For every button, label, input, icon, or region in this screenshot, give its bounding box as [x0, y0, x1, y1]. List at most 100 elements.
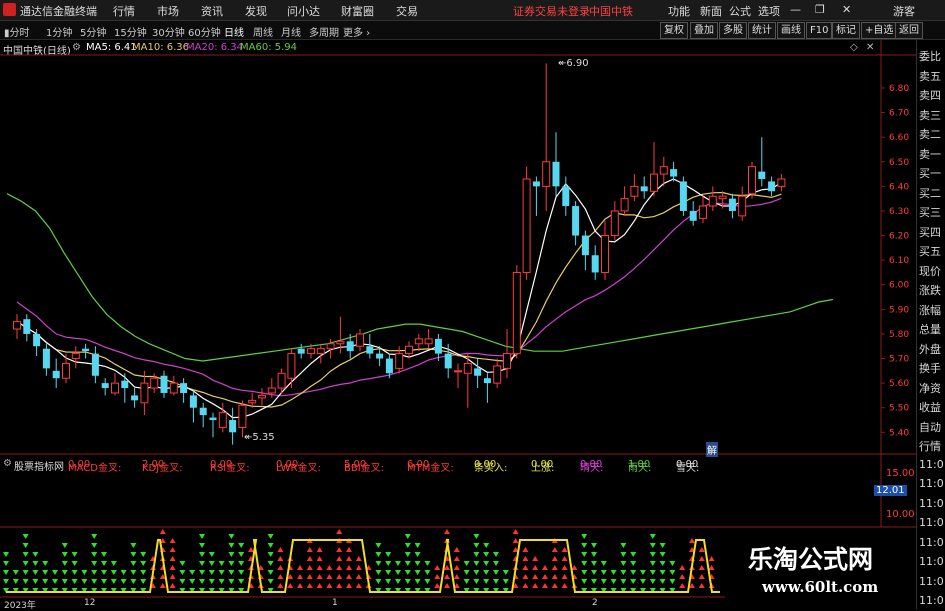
- candle-body: [474, 368, 482, 376]
- buy-arrow-icon: [267, 552, 274, 557]
- buy-arrow-icon: [130, 561, 137, 566]
- quote-panel-item[interactable]: 11:0: [919, 594, 944, 607]
- quote-panel-item[interactable]: 换手: [919, 360, 941, 376]
- sell-arrow-icon: [444, 574, 450, 579]
- unlock-marker[interactable]: 解: [706, 442, 718, 457]
- sell-arrow-icon: [512, 529, 519, 534]
- quote-panel-item[interactable]: 卖五: [919, 68, 941, 84]
- quote-panel-item[interactable]: 买三: [919, 204, 941, 220]
- buy-arrow-icon: [473, 543, 480, 548]
- buy-arrow-icon: [228, 534, 235, 539]
- date-axis: 2023年 12 1 2: [0, 598, 720, 611]
- buy-arrow-icon: [600, 579, 607, 584]
- buy-arrow-icon: [493, 579, 499, 584]
- sell-arrow-icon: [434, 565, 441, 570]
- candle-body: [111, 382, 119, 394]
- sell-arrow-icon: [708, 556, 715, 561]
- candle-body: [199, 407, 207, 416]
- sell-arrow-icon: [306, 574, 313, 579]
- buy-arrow-icon: [189, 579, 196, 584]
- buy-arrow-icon: [493, 561, 499, 566]
- quote-panel-item[interactable]: 11:0: [919, 477, 944, 490]
- quote-panel-item[interactable]: 卖一: [919, 146, 941, 162]
- buy-arrow-icon: [32, 579, 39, 584]
- candle-body: [209, 417, 217, 421]
- quote-panel-item[interactable]: 买二: [919, 185, 941, 201]
- buy-arrow-icon: [591, 570, 597, 575]
- candle-body: [708, 195, 717, 207]
- candle-body: [512, 271, 521, 355]
- quote-panel-item[interactable]: 买四: [919, 224, 941, 240]
- quote-panel-item[interactable]: 11:0: [919, 458, 944, 471]
- buy-arrow-icon: [22, 570, 29, 575]
- candle-body: [610, 210, 619, 237]
- quote-panel-item[interactable]: 总量: [919, 321, 941, 337]
- candle-body: [297, 348, 305, 354]
- sell-arrow-icon: [326, 574, 333, 579]
- quote-panel-item[interactable]: 卖三: [919, 107, 941, 123]
- date-month-1: 1: [332, 598, 338, 608]
- candle-body: [71, 353, 80, 360]
- buy-arrow-icon: [91, 579, 98, 584]
- buy-arrow-icon: [12, 579, 19, 584]
- price-axis-label: 6.10: [889, 256, 909, 266]
- watermark-title: 乐淘公式网: [748, 545, 874, 574]
- buy-arrow-icon: [91, 570, 98, 575]
- sell-arrow-icon: [679, 565, 686, 570]
- quote-panel-item[interactable]: 11:0: [919, 497, 944, 510]
- quote-panel-item[interactable]: 收益: [919, 399, 941, 415]
- quote-panel-item[interactable]: 买一: [919, 165, 941, 181]
- buy-arrow-icon: [238, 570, 245, 575]
- candle-body: [180, 383, 188, 393]
- buy-arrow-icon: [238, 552, 245, 557]
- buy-arrow-icon: [463, 570, 470, 575]
- buy-arrow-icon: [669, 579, 676, 584]
- candle-body: [82, 348, 90, 352]
- quote-panel-item[interactable]: 卖二: [919, 126, 941, 142]
- quote-panel-item[interactable]: 委比: [919, 48, 941, 64]
- buy-arrow-icon: [385, 570, 392, 575]
- buy-arrow-icon: [375, 552, 382, 557]
- candle-body: [689, 210, 697, 221]
- quote-panel-item[interactable]: 净资: [919, 380, 941, 396]
- buy-arrow-icon: [591, 579, 597, 584]
- quote-panel-item[interactable]: 行情: [919, 438, 941, 454]
- candle-body: [131, 395, 139, 401]
- buy-arrow-icon: [502, 570, 509, 575]
- high-price-label: ↞6.90: [558, 58, 589, 69]
- indicator-settings-icon[interactable]: ⚙: [3, 458, 12, 469]
- buy-arrow-icon: [385, 579, 392, 584]
- candle-body: [395, 353, 404, 369]
- buy-arrow-icon: [42, 579, 49, 584]
- candle-body: [591, 255, 599, 273]
- price-axis-label: 5.90: [889, 305, 909, 315]
- sell-arrow-icon: [561, 574, 568, 579]
- quote-panel-item[interactable]: 11:0: [919, 516, 944, 529]
- quote-panel-item[interactable]: 11:0: [919, 555, 944, 568]
- buy-arrow-icon: [483, 570, 490, 575]
- buy-arrow-icon: [71, 552, 78, 557]
- quote-panel-item[interactable]: 外盘: [919, 341, 941, 357]
- buy-arrow-icon: [375, 543, 382, 548]
- sell-arrow-icon: [444, 583, 450, 588]
- buy-arrow-icon: [42, 561, 49, 566]
- quote-panel-item[interactable]: 现价: [919, 263, 941, 279]
- candle-body: [748, 166, 756, 195]
- buy-arrow-icon: [3, 552, 9, 557]
- candle-body: [581, 235, 589, 256]
- price-axis-label: 5.60: [889, 379, 909, 389]
- quote-panel-item[interactable]: 涨幅: [919, 302, 941, 318]
- quote-panel-item[interactable]: 卖四: [919, 87, 941, 103]
- sell-arrow-icon: [277, 547, 284, 552]
- quote-panel-item[interactable]: 11:0: [919, 536, 944, 549]
- buy-arrow-icon: [630, 579, 637, 584]
- buy-arrow-icon: [375, 570, 382, 575]
- buy-arrow-icon: [414, 552, 421, 557]
- quote-panel-item[interactable]: 涨跌: [919, 282, 941, 298]
- kline-chart[interactable]: 6.80 6.70 6.60 6.50 6.40 6.30 6.20 6.10 6.00 5.90…: [0, 0, 916, 609]
- quote-panel-item[interactable]: 买五: [919, 243, 941, 259]
- sell-arrow-icon: [551, 583, 558, 588]
- candle-body: [444, 353, 452, 369]
- quote-panel-item[interactable]: 11:0: [919, 575, 944, 588]
- quote-panel-item[interactable]: 自动: [919, 419, 941, 435]
